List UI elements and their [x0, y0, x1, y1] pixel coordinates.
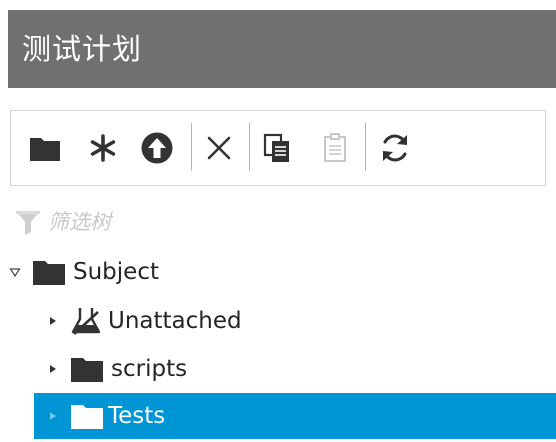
expand-arrow[interactable] [46, 314, 60, 328]
toolbar-separator [365, 123, 366, 171]
upload-button[interactable] [139, 129, 175, 167]
tree-node-label: Unattached [108, 308, 242, 334]
tree-node-label: Subject [73, 259, 159, 285]
triangle-down-icon [9, 268, 21, 278]
collapse-arrow[interactable] [8, 265, 22, 279]
tree-node-unattached[interactable]: Unattached [46, 299, 242, 343]
toolbar-separator [249, 123, 250, 171]
tree-node-label: scripts [111, 356, 188, 382]
triangle-right-icon [50, 317, 56, 325]
expand-arrow[interactable] [46, 362, 60, 376]
folder-icon [33, 261, 65, 285]
filter-tree-input[interactable]: 筛选树 [14, 205, 111, 239]
new-folder-icon [30, 138, 60, 161]
unattached-icon [71, 308, 101, 335]
upload-icon [141, 132, 173, 164]
asterisk-icon [90, 134, 116, 162]
tree-node-subject[interactable]: Subject [8, 250, 159, 294]
triangle-right-icon [50, 365, 56, 373]
paste-button[interactable] [317, 129, 353, 167]
delete-button[interactable] [201, 129, 237, 167]
copy-icon [263, 133, 289, 162]
new-folder-button[interactable] [27, 129, 63, 167]
delete-icon [207, 136, 231, 160]
tree-node-label: Tests [108, 403, 166, 429]
toolbar [10, 110, 546, 186]
new-item-button[interactable] [85, 129, 121, 167]
toolbar-separator [191, 123, 192, 171]
tree-node-tests[interactable]: Tests [34, 393, 556, 439]
page-header: 测试计划 [8, 10, 556, 88]
triangle-right-icon [50, 412, 56, 420]
refresh-button[interactable] [377, 129, 413, 167]
funnel-icon [16, 211, 40, 235]
filter-placeholder: 筛选树 [48, 210, 111, 234]
page-title: 测试计划 [22, 32, 143, 66]
expand-arrow[interactable] [46, 409, 60, 423]
copy-button[interactable] [259, 129, 295, 167]
refresh-icon [383, 134, 407, 162]
folder-icon [71, 405, 103, 429]
folder-icon [71, 358, 103, 382]
tree-node-scripts[interactable]: scripts [46, 347, 187, 391]
paste-icon [324, 133, 346, 162]
